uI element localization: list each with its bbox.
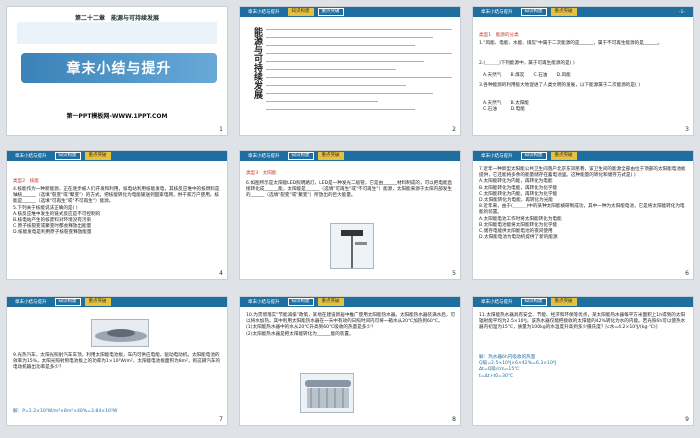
question-text: 6.如图所示是太阳能LED照明路灯，LED是一种发光二极管，它是由______材… (246, 181, 453, 199)
slide-header: 章末小结与提升 知识构建 重点突破 (240, 151, 460, 161)
question-text: 9.光热汽车，太阳光照射汽车车顶，利用太阳能电池板，车内可供应电能，驱动电动机。… (13, 353, 221, 371)
slide-5[interactable]: 章末小结与提升 知识构建 重点突破 类型3 太阳能 6.如图所示是太阳能LED照… (239, 150, 461, 280)
slide-3[interactable]: 章末小结与提升 知识构建 重点突破 -1- 类型1 能源的分类 1."风能、电能… (472, 6, 694, 136)
slide-header: 章末小结与提升 知识构建 重点突破 (7, 151, 227, 161)
slide-header: 章末小结与提升 知识构建 重点突破 (473, 297, 693, 307)
question-3: 3.各种能源的利用极大地促进了人类文明的发展，以下能源属于二次能源的是( ) (479, 83, 641, 88)
tab-knowledge[interactable]: 知识构建 (287, 8, 314, 16)
slide-header: 章末小结与提升 知识构建 重点突破 (240, 7, 460, 17)
slide-7[interactable]: 章末小结与提升 知识构建 重点突破 9.光热汽车，太阳光照射汽车车顶，利用太阳能… (6, 296, 228, 426)
question-text: 4.核能作为一种新能源，正在逐步被人们开发和利用，核电站利用核能发电，其核反应堆… (13, 187, 220, 236)
slide-header: 章末小结与提升 知识构建 重点突破 (7, 297, 227, 307)
type-heading: 类型2 核能 (13, 179, 39, 184)
question-2: 2.(＿＿＿)下列能源中，属于可再生能源的是( ) (479, 61, 575, 66)
slide-header: 章末小结与提升 知识构建 重点突破 (473, 151, 693, 161)
slide-number: 1 (219, 126, 223, 133)
slide-header: 章末小结与提升 知识构建 重点突破 -1- (473, 7, 693, 17)
answer-text: 解：P=1.2×10³W/m²×8m²×40%=3.84×10³W (13, 409, 118, 414)
chapter-title: 第二十二章 能源与可持续发展 (74, 15, 159, 22)
cover-banner: 章末小结与提升 (21, 53, 217, 83)
answer-text: 解：热水器6h内吸收的热量 Q吸=2.5×10⁶J×6×42%=6.3×10⁶J… (479, 355, 557, 379)
slide-number: 2 (452, 126, 456, 133)
header-tag: 章末小结与提升 (248, 10, 280, 15)
options-1: A.天然气 B.煤炭 C.石油 D.风能 (483, 73, 571, 78)
slide-6[interactable]: 章末小结与提升 知识构建 重点突破 7.近年一种新型太阳能公共卫生间落户北京东郊… (472, 150, 694, 280)
question-text: 7.近年一种新型太阳能公共卫生间落户北京东郊民巷，该卫生间的能源全部由位于顶部的… (479, 167, 686, 241)
mindmap-title: 能源与可持续发展 (252, 27, 262, 99)
solar-heater-image (300, 373, 354, 413)
options-2: A.天然气 B.太阳能 C.石油 D.电能 (483, 101, 529, 113)
page-indicator: -1- (678, 9, 685, 15)
slide-8[interactable]: 章末小结与提升 知识构建 重点突破 10.为贯彻落实"节能减排"政策，某地在建设… (239, 296, 461, 426)
tab-knowledge[interactable]: 知识构建 (520, 8, 547, 16)
solar-car-image (91, 319, 149, 347)
type-heading: 类型1 能源的分类 (479, 33, 519, 38)
cover-decoration (17, 22, 217, 44)
slide-4[interactable]: 章末小结与提升 知识构建 重点突破 类型2 核能 4.核能作为一种新能源，正在逐… (6, 150, 228, 280)
question-text: 10.为贯彻落实"节能减排"政策，某地在建设新居中推广使用太阳能热水器。太阳能热… (246, 313, 456, 337)
mindmap (266, 25, 452, 125)
slide-9[interactable]: 章末小结与提升 知识构建 重点突破 11.太阳能热水器具有安全、节能、经济和环保… (472, 296, 694, 426)
slide-1[interactable]: 第二十二章 能源与可持续发展 章末小结与提升 第一PPT模板网-WWW.1PPT… (6, 6, 228, 136)
tab-focus[interactable]: 重点突破 (550, 8, 577, 16)
cover-link: 第一PPT模板网-WWW.1PPT.COM (66, 113, 168, 120)
slide-2[interactable]: 章末小结与提升 知识构建 重点突破 能源与可持续发展 2 (239, 6, 461, 136)
question-1: 1."风能、电能、水能、煤炭"中属于二次能源的是______，属于不可再生能源的… (479, 41, 663, 46)
question-text: 11.太阳能热水器具有安全、节能、经济和环保等优点，某太阳能热水器每平方米面积上… (479, 313, 686, 331)
type-heading: 类型3 太阳能 (246, 171, 277, 176)
slide-header: 章末小结与提升 知识构建 重点突破 (240, 297, 460, 307)
tab-focus[interactable]: 重点突破 (317, 8, 344, 16)
street-lamp-image (330, 223, 374, 269)
